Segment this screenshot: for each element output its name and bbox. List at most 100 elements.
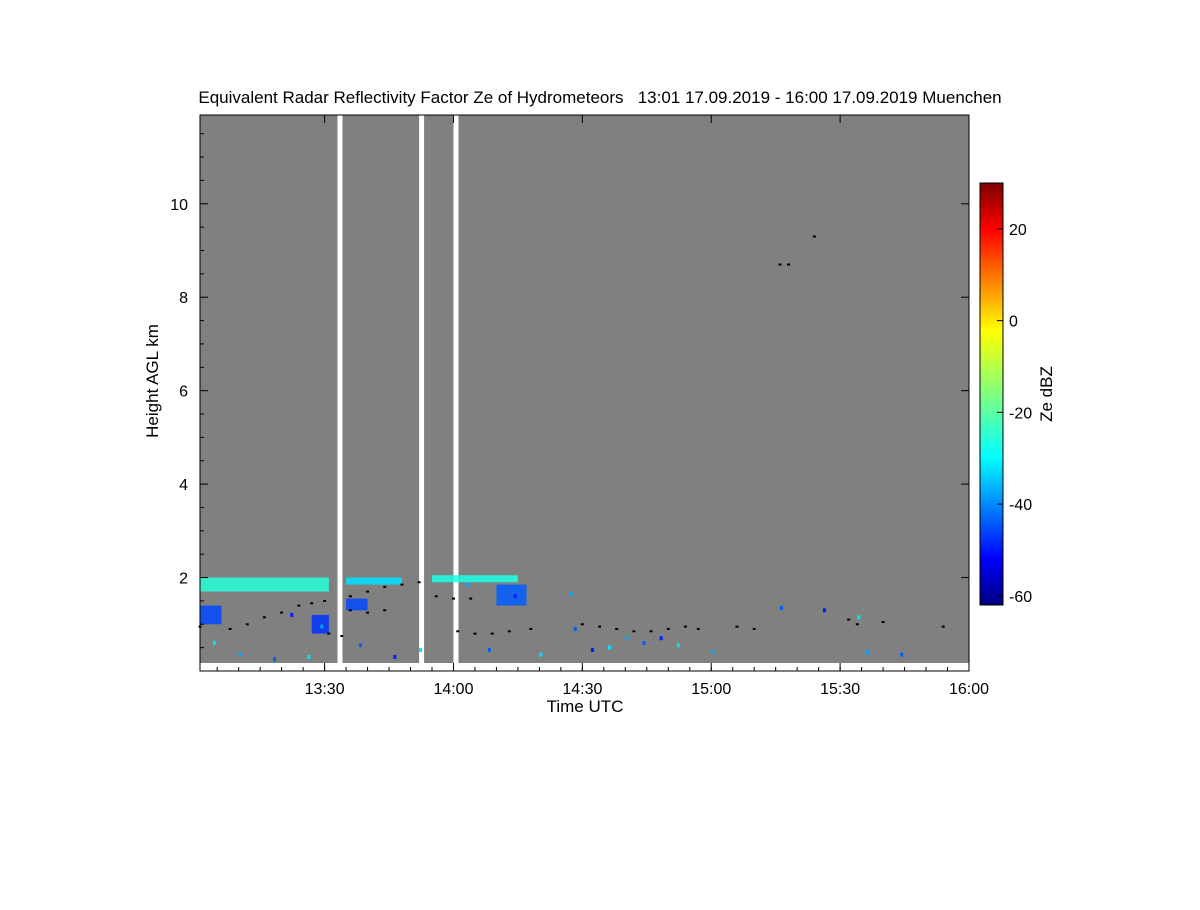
echo-speckle-22	[779, 605, 783, 610]
y-axis-label: Height AGL km	[143, 324, 162, 438]
cloud-base-point-25	[529, 627, 533, 630]
cloud-base-point-15	[348, 609, 352, 612]
cloud-base-point-21	[456, 630, 460, 633]
echo-speckle-3	[290, 612, 294, 617]
cloud-base-point-8	[327, 632, 331, 635]
echo-layer-6	[346, 598, 368, 611]
y-tick-label-2: 6	[179, 384, 188, 401]
echo-speckle-9	[466, 582, 470, 587]
echo-speckle-10	[487, 647, 491, 652]
cloud-base-point-39	[941, 625, 945, 628]
cloud-base-point-22	[473, 632, 477, 635]
y-tick-label-0: 2	[179, 571, 188, 588]
cloud-base-point-31	[666, 627, 670, 630]
cloud-base-point-20	[469, 597, 473, 600]
echo-speckle-16	[608, 645, 612, 650]
cloud-base-point-32	[683, 625, 687, 628]
cloud-base-point-38	[881, 620, 885, 623]
colorbar-tick-label-2: -20	[1009, 405, 1032, 422]
colorbar	[979, 182, 1004, 606]
y-tick-label-3: 8	[179, 290, 188, 307]
echo-speckle-12	[539, 652, 543, 657]
x-tick-label-3: 15:00	[691, 681, 731, 698]
echo-speckle-11	[513, 594, 517, 599]
x-tick-label-2: 14:30	[562, 681, 602, 698]
colorbar-label: Ze dBZ	[1037, 366, 1056, 422]
cloud-base-point-30	[649, 630, 653, 633]
cloud-base-point-37	[855, 623, 859, 626]
cloud-base-point-33	[696, 627, 700, 630]
title-time-range: 13:01 17.09.2019 - 16:00 17.09.2019	[637, 88, 918, 107]
colorbar-tick-label-0: -60	[1009, 589, 1032, 606]
echo-layer-5	[311, 614, 329, 634]
echo-speckle-7	[393, 654, 397, 659]
colorbar-tick-label-3: 0	[1009, 314, 1018, 331]
cloud-base-point-10	[348, 595, 352, 598]
echo-speckle-2	[273, 657, 277, 662]
cloud-base-point-18	[434, 595, 438, 598]
cloud-base-point-34	[735, 625, 739, 628]
x-tick-label-0: 13:30	[305, 681, 345, 698]
cloud-base-point-1	[228, 627, 232, 630]
echo-speckle-18	[642, 640, 646, 645]
echo-speckle-21	[711, 650, 715, 655]
echo-speckle-1	[238, 652, 242, 657]
cloud-base-point-27	[598, 625, 602, 628]
cloud-base-point-13	[400, 583, 404, 586]
echo-speckle-4	[307, 654, 311, 659]
echo-speckle-20	[676, 643, 680, 648]
y-tick-label-4: 10	[170, 197, 188, 214]
echo-layer-2	[431, 575, 518, 583]
colorbar-tick-label-4: 20	[1009, 222, 1027, 239]
x-axis-label: Time UTC	[547, 697, 624, 716]
reflectivity-heatmap: 13:30 14:00 14:30 15:00 15:30 16:00 Time UTC 2 4…	[143, 114, 1056, 716]
cloud-base-point-12	[383, 585, 387, 588]
cloud-base-point-9	[340, 634, 344, 637]
echo-speckle-25	[865, 650, 869, 655]
echo-layer-3	[496, 584, 527, 606]
echo-speckle-5	[320, 624, 324, 629]
cloud-base-point-2	[245, 623, 249, 626]
chart-title: Equivalent Radar Reflectivity Factor Ze …	[0, 88, 1200, 108]
x-tick-label-5: 16:00	[949, 681, 989, 698]
cloud-base-point-5	[297, 604, 301, 607]
cloud-base-point-16	[366, 611, 370, 614]
cloud-base-point-35	[752, 627, 756, 630]
echo-speckle-6	[358, 643, 362, 648]
radar-figure: Equivalent Radar Reflectivity Factor Ze …	[0, 0, 1200, 800]
y-tick-label-1: 4	[179, 477, 188, 494]
cloud-base-point-28	[615, 627, 619, 630]
echo-speckle-19	[659, 636, 663, 641]
cloud-base-point-3	[262, 616, 266, 619]
echo-layer-4	[200, 605, 222, 625]
cloud-base-point-7	[323, 599, 327, 602]
cloud-base-point-6	[310, 602, 314, 605]
no-data-gap-1	[419, 115, 425, 663]
echo-speckle-17	[625, 636, 629, 641]
title-main: Equivalent Radar Reflectivity Factor Ze …	[198, 88, 624, 107]
x-tick-label-4: 15:30	[820, 681, 860, 698]
cloud-base-point-40	[778, 263, 782, 266]
title-location: Muenchen	[922, 88, 1002, 107]
cloud-base-point-23	[490, 632, 494, 635]
echo-layer-0	[200, 577, 329, 592]
colorbar-tick-label-1: -40	[1009, 497, 1032, 514]
echo-speckle-0	[212, 640, 216, 645]
echo-speckle-15	[590, 647, 594, 652]
echo-speckle-26	[900, 652, 904, 657]
echo-speckle-23	[822, 608, 826, 613]
x-tick-label-1: 14:00	[433, 681, 473, 698]
cloud-base-point-19	[451, 597, 455, 600]
echo-layer-1	[346, 577, 402, 585]
no-data-gap-0	[337, 115, 343, 663]
cloud-base-point-29	[632, 630, 636, 633]
echo-speckle-13	[569, 591, 573, 596]
echo-speckle-24	[857, 615, 861, 620]
cloud-base-point-36	[847, 618, 851, 621]
cloud-base-point-17	[383, 609, 387, 612]
echo-speckle-8	[419, 647, 423, 652]
cloud-base-point-4	[280, 611, 284, 614]
cloud-base-point-42	[812, 235, 816, 238]
echo-speckle-14	[573, 626, 577, 631]
ground-gap	[200, 663, 969, 671]
